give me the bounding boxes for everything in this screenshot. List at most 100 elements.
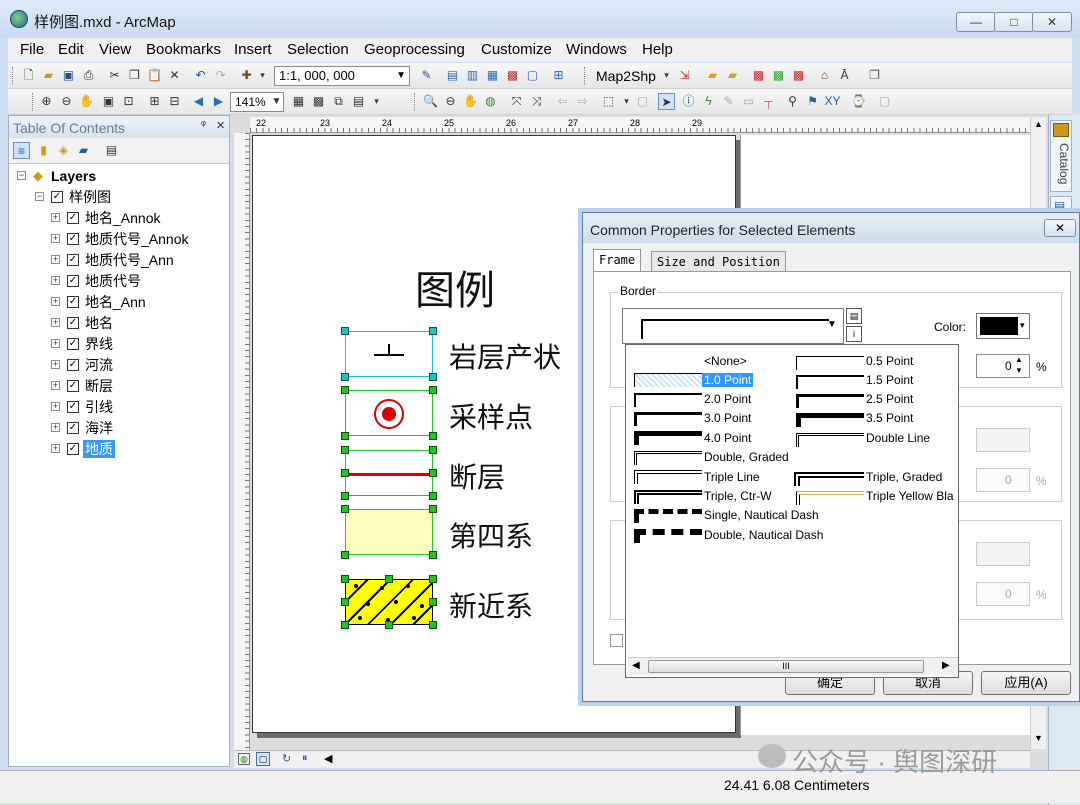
selection-handle[interactable]: [429, 327, 437, 335]
expand-icon[interactable]: +: [51, 339, 60, 348]
expand-icon[interactable]: +: [51, 297, 60, 306]
go-to-xy-icon[interactable]: XY: [824, 93, 841, 110]
menu-file[interactable]: File: [20, 41, 44, 58]
border-color-picker[interactable]: ▾: [976, 313, 1030, 339]
zoom-out-icon[interactable]: ⊖: [442, 93, 459, 110]
fixed-zoom-in-icon[interactable]: ⊞: [146, 93, 163, 110]
selection-handle[interactable]: [341, 621, 349, 629]
legend-patch-fault[interactable]: [345, 450, 434, 496]
border-option[interactable]: Triple Yellow Bla: [866, 489, 958, 503]
list-by-source-icon[interactable]: ▮: [35, 142, 52, 159]
layer-visibility-checkbox[interactable]: ✓: [67, 212, 79, 224]
arctoolbox-icon[interactable]: ▩: [504, 67, 521, 84]
layer-visibility-checkbox[interactable]: ✓: [67, 401, 79, 413]
selection-handle[interactable]: [429, 446, 437, 454]
shadow-gap-input-disabled[interactable]: 0: [976, 582, 1030, 606]
paste-icon[interactable]: 📋: [146, 67, 163, 84]
layer-visibility-checkbox[interactable]: ✓: [67, 380, 79, 392]
shadow-color-picker-disabled[interactable]: [976, 542, 1030, 566]
background-color-picker-disabled[interactable]: [976, 428, 1030, 452]
zoom-in-icon[interactable]: 🔍: [422, 93, 439, 110]
refresh-icon[interactable]: ↻: [282, 752, 291, 765]
selection-handle[interactable]: [429, 598, 437, 606]
border-properties-icon[interactable]: ▤: [846, 308, 862, 324]
focus-frame-icon[interactable]: ▩: [310, 93, 327, 110]
border-option[interactable]: Double, Nautical Dash: [704, 528, 823, 542]
layer-visibility-checkbox[interactable]: ✓: [67, 254, 79, 266]
menu-view[interactable]: View: [99, 41, 131, 58]
menu-edit[interactable]: Edit: [58, 41, 84, 58]
label-icon[interactable]: Ā: [836, 67, 853, 84]
legend-patch-quaternary[interactable]: [345, 509, 433, 555]
zoom-out-page-icon[interactable]: ⊖: [58, 93, 75, 110]
selection-handle[interactable]: [429, 373, 437, 381]
list-by-selection-icon[interactable]: ▰: [75, 142, 92, 159]
zoom-whole-page-icon[interactable]: ⊡: [120, 93, 137, 110]
layer-visibility-checkbox[interactable]: ✓: [67, 296, 79, 308]
expand-icon[interactable]: +: [51, 213, 60, 222]
expand-icon[interactable]: +: [51, 381, 60, 390]
spin-down-icon[interactable]: ▼: [1015, 366, 1023, 375]
toggle-draft-icon[interactable]: ▦: [290, 93, 307, 110]
border-info-icon[interactable]: i: [846, 326, 862, 342]
chevron-down-icon[interactable]: ▾: [618, 93, 635, 110]
legend-patch-sample-point[interactable]: [345, 390, 433, 436]
selection-handle[interactable]: [429, 432, 437, 440]
border-option[interactable]: 2.5 Point: [866, 392, 913, 406]
expand-icon[interactable]: +: [51, 318, 60, 327]
expand-icon[interactable]: +: [51, 402, 60, 411]
selection-handle[interactable]: [385, 621, 393, 629]
table-of-contents-icon[interactable]: ▤: [444, 67, 461, 84]
layer-green-icon[interactable]: ▩: [770, 67, 787, 84]
scroll-thumb[interactable]: III: [648, 660, 924, 673]
selection-handle[interactable]: [429, 575, 437, 583]
layer-visibility-checkbox[interactable]: ✓: [67, 317, 79, 329]
selection-handle[interactable]: [341, 327, 349, 335]
border-option[interactable]: 4.0 Point: [704, 431, 751, 445]
measure-icon[interactable]: ▭: [740, 93, 757, 110]
scroll-right-icon[interactable]: ▶: [942, 660, 950, 671]
list-by-drawing-order-icon[interactable]: ≡: [13, 142, 30, 159]
search-window-icon[interactable]: ▦: [484, 67, 501, 84]
delete-icon[interactable]: ✕: [166, 67, 183, 84]
catalog-tab[interactable]: Catalog: [1050, 120, 1072, 192]
dialog-title-bar[interactable]: Common Properties for Selected Elements …: [583, 213, 1079, 243]
add-data-icon[interactable]: ✚: [238, 67, 255, 84]
chevron-down-icon[interactable]: ▾: [1020, 320, 1025, 331]
copy-icon[interactable]: ❐: [126, 67, 143, 84]
folder-open-icon[interactable]: ▰: [704, 67, 721, 84]
go-forward-icon[interactable]: ⇨: [574, 93, 591, 110]
selection-handle[interactable]: [429, 386, 437, 394]
menu-insert[interactable]: Insert: [234, 41, 272, 58]
border-option[interactable]: <None>: [704, 354, 747, 368]
selection-handle[interactable]: [341, 446, 349, 454]
apply-button[interactable]: 应用(A): [981, 671, 1071, 695]
selection-handle[interactable]: [429, 621, 437, 629]
full-extent-icon[interactable]: ◍: [482, 93, 499, 110]
menu-geoprocessing[interactable]: Geoprocessing: [364, 41, 465, 58]
select-elements-icon[interactable]: ➤: [658, 93, 675, 110]
chevron-down-icon[interactable]: ▾: [658, 67, 675, 84]
chevron-down-icon[interactable]: ▼: [268, 93, 285, 110]
dialog-close-button[interactable]: ✕: [1044, 219, 1076, 237]
border-option[interactable]: Triple Line: [704, 470, 760, 484]
open-folder-icon[interactable]: ▰: [40, 67, 57, 84]
arcmap-app-icon[interactable]: [10, 10, 28, 28]
ruler-measure-icon[interactable]: ┬: [760, 93, 777, 110]
border-option[interactable]: 0.5 Point: [866, 354, 913, 368]
undo-icon[interactable]: ↶: [192, 67, 209, 84]
selection-handle[interactable]: [429, 492, 437, 500]
select-features-icon[interactable]: ⬚: [600, 93, 617, 110]
catalog-window-icon[interactable]: ▥: [464, 67, 481, 84]
find-route-icon[interactable]: ⚑: [804, 93, 821, 110]
border-option[interactable]: 2.0 Point: [704, 392, 751, 406]
expand-icon[interactable]: +: [51, 255, 60, 264]
building-icon[interactable]: ⌂: [816, 67, 833, 84]
editor-toolbar-icon[interactable]: ✎: [418, 67, 435, 84]
scroll-left-icon[interactable]: ◀: [632, 660, 640, 671]
toolbar-grip[interactable]: [584, 67, 587, 85]
border-style-selector[interactable]: ▼: [622, 308, 844, 344]
selection-handle[interactable]: [341, 469, 349, 477]
expand-icon[interactable]: +: [51, 423, 60, 432]
layer-visibility-checkbox[interactable]: ✓: [51, 191, 63, 203]
